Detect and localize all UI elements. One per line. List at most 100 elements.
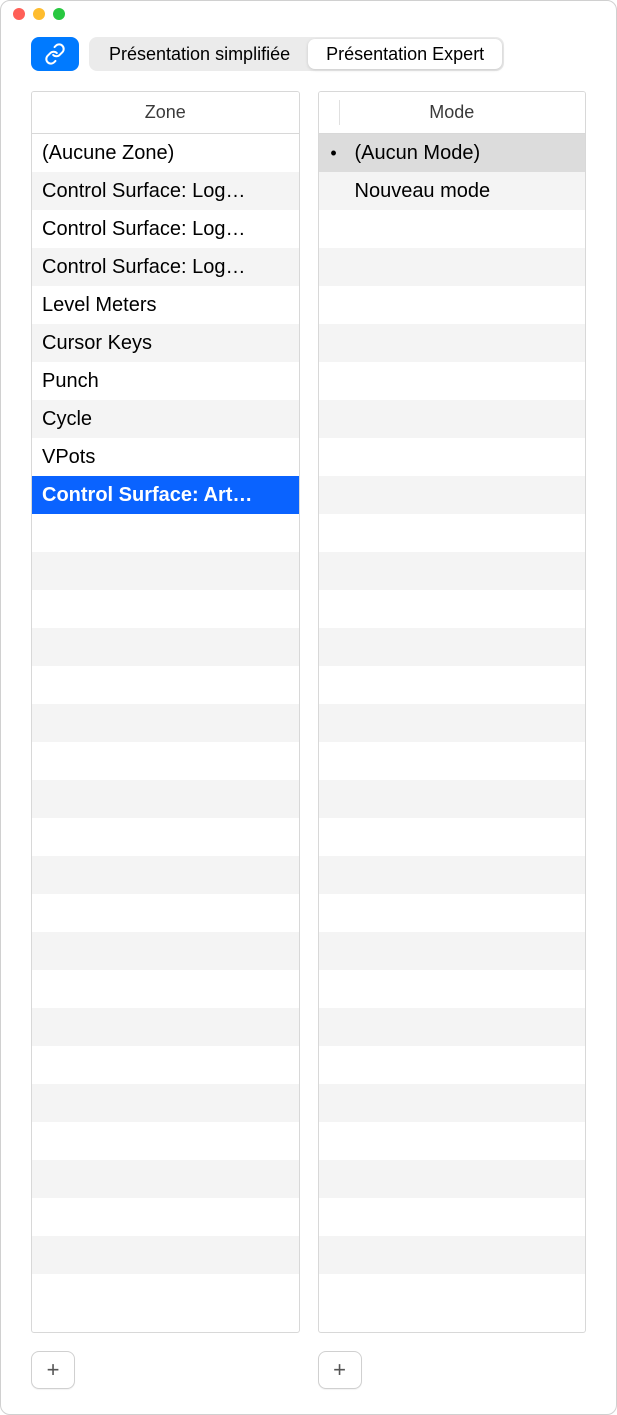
mode-row-empty: [319, 1198, 586, 1236]
mode-row-empty: [319, 666, 586, 704]
zone-row-empty: [32, 1046, 299, 1084]
mode-header[interactable]: Mode: [319, 92, 586, 134]
titlebar: [1, 1, 616, 27]
zone-row[interactable]: Control Surface: Log…: [32, 172, 299, 210]
mode-row-empty: [319, 970, 586, 1008]
segment-simple-label: Présentation simplifiée: [109, 44, 290, 65]
minimize-window-button[interactable]: [33, 8, 45, 20]
zone-row-label: Level Meters: [42, 294, 289, 317]
zone-row-empty: [32, 1084, 299, 1122]
mode-row-empty: [319, 590, 586, 628]
segment-simple-view[interactable]: Présentation simplifiée: [91, 39, 308, 69]
mode-row-empty: [319, 742, 586, 780]
zone-row-empty: [32, 970, 299, 1008]
mode-row-empty: [319, 704, 586, 742]
zone-row-empty: [32, 1008, 299, 1046]
zone-row-empty: [32, 1122, 299, 1160]
zone-row[interactable]: Control Surface: Art…: [32, 476, 299, 514]
add-zone-button[interactable]: +: [31, 1351, 75, 1389]
mode-row-empty: [319, 362, 586, 400]
mode-row-empty: [319, 552, 586, 590]
zone-row-label: VPots: [42, 446, 289, 469]
view-segmented-control: Présentation simplifiée Présentation Exp…: [89, 37, 504, 71]
zone-panel: Zone (Aucune Zone) Control Surface: Log… C…: [31, 91, 300, 1333]
zone-row-label: Control Surface: Log…: [42, 256, 289, 279]
zone-row[interactable]: Level Meters: [32, 286, 299, 324]
zone-header-label: Zone: [145, 102, 186, 123]
mode-row-empty: [319, 780, 586, 818]
maximize-window-button[interactable]: [53, 8, 65, 20]
zone-row[interactable]: Punch: [32, 362, 299, 400]
mode-row-empty: [319, 1236, 586, 1274]
mode-indicator: •: [319, 143, 349, 164]
mode-row-label: Nouveau mode: [349, 180, 576, 203]
mode-row-empty: [319, 400, 586, 438]
mode-row-empty: [319, 1046, 586, 1084]
mode-row-empty: [319, 210, 586, 248]
mode-row-empty: [319, 1160, 586, 1198]
mode-panel: Mode •(Aucun Mode) Nouveau mode: [318, 91, 587, 1333]
zone-row-empty: [32, 666, 299, 704]
mode-row-empty: [319, 476, 586, 514]
mode-row-empty: [319, 932, 586, 970]
content-area: Zone (Aucune Zone) Control Surface: Log… C…: [1, 91, 616, 1343]
mode-row-empty: [319, 324, 586, 362]
mode-row-empty: [319, 818, 586, 856]
mode-row-empty: [319, 514, 586, 552]
zone-row-empty: [32, 704, 299, 742]
zone-row-label: Control Surface: Log…: [42, 218, 289, 241]
toolbar: Présentation simplifiée Présentation Exp…: [1, 27, 616, 91]
zone-row-empty: [32, 1198, 299, 1236]
zone-row-label: Cursor Keys: [42, 332, 289, 355]
zone-row-empty: [32, 552, 299, 590]
zone-list-box: Zone (Aucune Zone) Control Surface: Log… C…: [31, 91, 300, 1333]
window: Présentation simplifiée Présentation Exp…: [0, 0, 617, 1415]
mode-row-empty: [319, 1122, 586, 1160]
zone-row-label: Punch: [42, 370, 289, 393]
zone-row-empty: [32, 932, 299, 970]
zone-row-empty: [32, 856, 299, 894]
zone-row-empty: [32, 894, 299, 932]
mode-row-empty: [319, 894, 586, 932]
add-mode-button[interactable]: +: [318, 1351, 362, 1389]
segment-expert-view[interactable]: Présentation Expert: [308, 39, 502, 69]
zone-row-empty: [32, 628, 299, 666]
plus-icon: +: [333, 1357, 346, 1383]
zone-row[interactable]: VPots: [32, 438, 299, 476]
mode-row-empty: [319, 286, 586, 324]
link-icon: [44, 43, 66, 65]
mode-row-label: (Aucun Mode): [349, 142, 576, 165]
plus-icon: +: [47, 1357, 60, 1383]
zone-row-empty: [32, 780, 299, 818]
zone-list[interactable]: (Aucune Zone) Control Surface: Log… Contro…: [32, 134, 299, 1332]
zone-row[interactable]: Cycle: [32, 400, 299, 438]
zone-row-label: Control Surface: Log…: [42, 180, 289, 203]
mode-row-empty: [319, 628, 586, 666]
zone-row-empty: [32, 818, 299, 856]
mode-list-box: Mode •(Aucun Mode) Nouveau mode: [318, 91, 587, 1333]
zone-header[interactable]: Zone: [32, 92, 299, 134]
zone-row-empty: [32, 1236, 299, 1274]
mode-row-empty: [319, 1008, 586, 1046]
zone-row-label: Control Surface: Art…: [42, 484, 289, 507]
mode-row-empty: [319, 248, 586, 286]
mode-row-empty: [319, 438, 586, 476]
zone-row-label: Cycle: [42, 408, 289, 431]
mode-row[interactable]: Nouveau mode: [319, 172, 586, 210]
close-window-button[interactable]: [13, 8, 25, 20]
segment-expert-label: Présentation Expert: [326, 44, 484, 65]
zone-row[interactable]: (Aucune Zone): [32, 134, 299, 172]
mode-list[interactable]: •(Aucun Mode) Nouveau mode: [319, 134, 586, 1332]
mode-header-label: Mode: [429, 102, 474, 123]
zone-row-label: (Aucune Zone): [42, 142, 289, 165]
zone-row-empty: [32, 1160, 299, 1198]
mode-row-empty: [319, 856, 586, 894]
zone-row-empty: [32, 590, 299, 628]
zone-row[interactable]: Control Surface: Log…: [32, 248, 299, 286]
link-button[interactable]: [31, 37, 79, 71]
zone-row[interactable]: Control Surface: Log…: [32, 210, 299, 248]
zone-row-empty: [32, 514, 299, 552]
mode-row-empty: [319, 1084, 586, 1122]
mode-row[interactable]: •(Aucun Mode): [319, 134, 586, 172]
zone-row[interactable]: Cursor Keys: [32, 324, 299, 362]
